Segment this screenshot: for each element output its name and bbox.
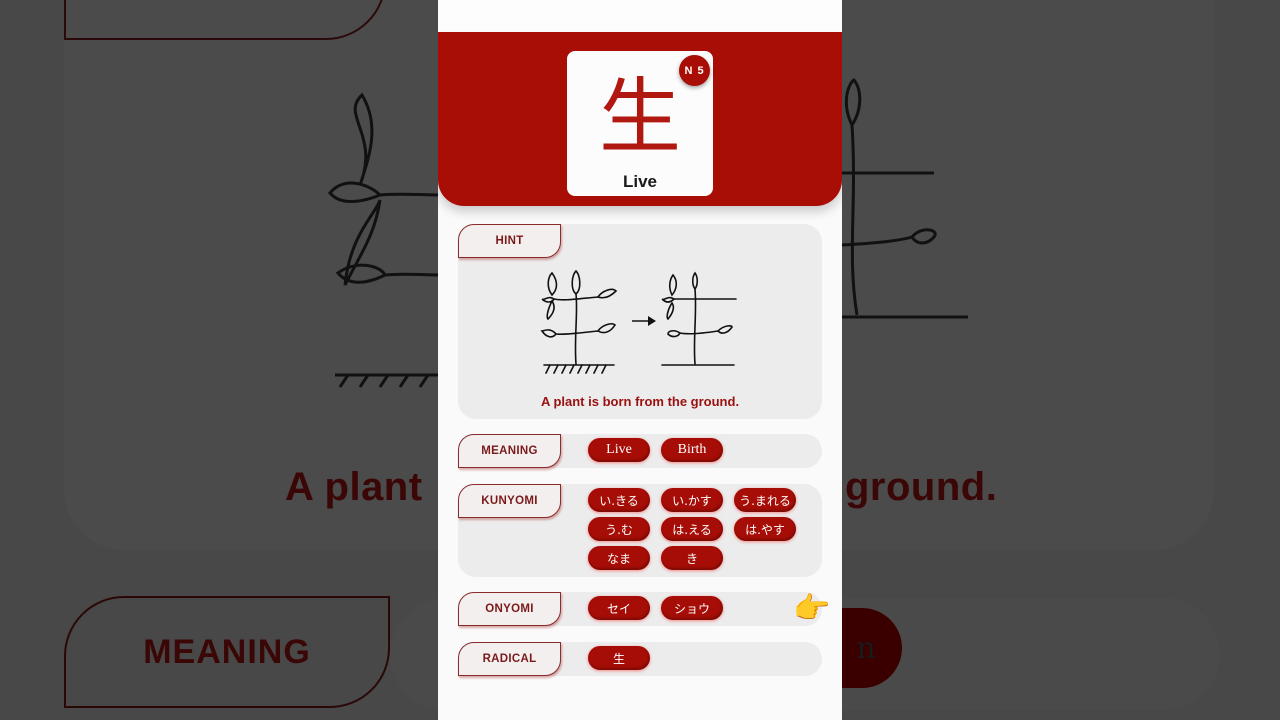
bg-kanji-sketch-icon — [842, 77, 968, 319]
kunyomi-section: KUNYOMI い.きる い.かす う.まれる う.む は.える は.やす なま… — [458, 484, 822, 577]
kunyomi-pill[interactable]: き — [661, 546, 723, 570]
hint-text: A plant is born from the ground. — [540, 394, 740, 409]
meaning-label: MEANING — [458, 434, 561, 468]
bg-hint-text-left: A plant — [285, 465, 423, 509]
kunyomi-pill[interactable]: なま — [588, 546, 650, 570]
kanji-character: 生 — [598, 70, 681, 165]
kunyomi-pill[interactable]: は.える — [661, 517, 723, 541]
kanji-keyword: Live — [622, 172, 658, 191]
bg-plant-sketch-icon — [328, 92, 440, 388]
kunyomi-pills: い.きる い.かす う.まれる う.む は.える は.やす なま き — [588, 488, 818, 570]
kunyomi-pill[interactable]: う.まれる — [734, 488, 796, 512]
bg-meaning-tab: MEANING — [64, 596, 390, 708]
pointing-hand-icon: 👉 — [793, 591, 831, 626]
onyomi-section: ONYOMI セイ ショウ — [458, 592, 822, 626]
right-arrow-icon — [632, 316, 656, 326]
kunyomi-pill[interactable]: い.かす — [661, 488, 723, 512]
radical-label: RADICAL — [458, 642, 561, 676]
kanji-header: 生 Live N 5 — [438, 32, 842, 206]
bg-hint-tab — [64, 0, 386, 40]
meaning-pill[interactable]: Live — [588, 438, 650, 462]
meaning-pills: Live Birth — [588, 438, 818, 462]
jlpt-level-badge: N 5 — [679, 55, 710, 86]
kunyomi-pill[interactable]: は.やす — [734, 517, 796, 541]
hint-drawing-icon — [540, 269, 737, 374]
bg-hint-text-right: ground. — [845, 465, 998, 509]
kunyomi-pill[interactable]: う.む — [588, 517, 650, 541]
hint-section: HINT A plant is born from the ground. — [458, 224, 822, 419]
onyomi-label: ONYOMI — [458, 592, 561, 626]
kunyomi-label: KUNYOMI — [458, 484, 561, 518]
radical-pill[interactable]: 生 — [588, 646, 650, 670]
kanji-card[interactable]: 生 Live N 5 — [567, 51, 713, 196]
onyomi-pills: セイ ショウ — [588, 596, 818, 620]
meaning-pill[interactable]: Birth — [661, 438, 723, 462]
onyomi-pill[interactable]: ショウ — [661, 596, 723, 620]
top-strip — [438, 0, 842, 32]
meaning-section: MEANING Live Birth — [458, 434, 822, 468]
phone-screen: 生 Live N 5 HINT A plant is born from the… — [438, 0, 842, 720]
radical-section: RADICAL 生 — [458, 642, 822, 676]
onyomi-pill[interactable]: セイ — [588, 596, 650, 620]
radical-pills: 生 — [588, 646, 818, 670]
hint-label: HINT — [458, 224, 561, 258]
kunyomi-pill[interactable]: い.きる — [588, 488, 650, 512]
